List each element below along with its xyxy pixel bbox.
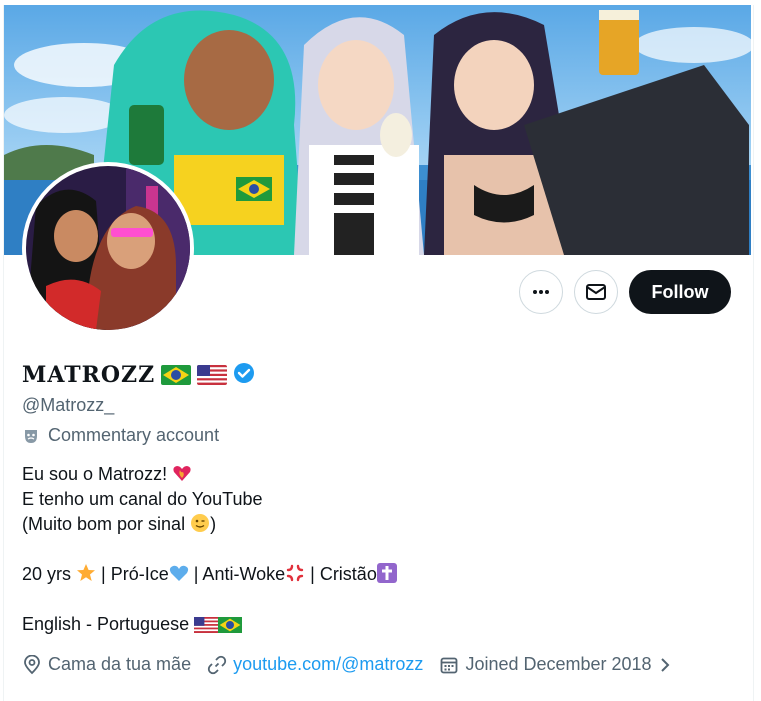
website-link[interactable]: youtube.com/@matrozz xyxy=(233,654,423,675)
location-pin-icon xyxy=(24,654,40,674)
link-icon xyxy=(207,655,227,674)
joined-text: Joined December 2018 xyxy=(465,654,652,674)
location-text: Cama da tua mãe xyxy=(48,654,192,674)
display-name: MATROZZ xyxy=(22,362,156,388)
bio-anti-woke: | Anti-Woke xyxy=(188,564,286,584)
bio-line-3: (Muito bom por sinal xyxy=(22,514,186,534)
bio-pro-ice: | Pró-Ice xyxy=(96,564,169,584)
website-item[interactable]: youtube.com/@matrozz xyxy=(207,654,423,675)
location-item: Cama da tua mãe xyxy=(22,654,191,675)
verified-badge-icon[interactable] xyxy=(233,362,255,389)
mail-icon xyxy=(586,284,606,300)
more-icon xyxy=(533,290,549,294)
chevron-right-icon xyxy=(660,657,669,672)
bio-line-3-end: ) xyxy=(210,514,217,534)
profile-category: Commentary account xyxy=(22,425,219,446)
avatar-image xyxy=(26,166,190,330)
profile-avatar[interactable] xyxy=(22,162,194,334)
fire-heart-icon xyxy=(172,463,192,490)
bio-age: 20 yrs xyxy=(22,564,72,584)
blue-heart-icon xyxy=(169,563,189,590)
profile-bio: Eu sou o Matrozz! E tenho um canal do Yo… xyxy=(22,462,397,637)
bio-line-1: Eu sou o Matrozz! xyxy=(22,464,168,484)
theater-mask-icon xyxy=(25,429,37,443)
flag-usa-icon xyxy=(194,615,219,640)
follow-button[interactable]: Follow xyxy=(629,270,731,314)
winking-face-icon xyxy=(190,513,210,540)
joined-item[interactable]: Joined December 2018 xyxy=(439,654,671,675)
profile-meta: Cama da tua mãe youtube.com/@matrozz Joi… xyxy=(22,654,688,675)
user-handle: @Matrozz_ xyxy=(22,395,115,415)
category-label: Commentary account xyxy=(48,425,220,445)
anger-symbol-icon xyxy=(285,563,305,590)
message-button[interactable] xyxy=(574,270,618,314)
latin-cross-icon xyxy=(376,563,397,590)
bio-languages: English - Portuguese xyxy=(22,614,190,634)
star-icon xyxy=(76,563,96,590)
calendar-icon xyxy=(441,657,458,673)
bio-line-2: E tenho um canal do YouTube xyxy=(22,489,263,509)
more-button[interactable] xyxy=(519,270,563,314)
flag-usa-icon xyxy=(197,365,228,385)
bio-cristao: | Cristão xyxy=(305,564,377,584)
flag-brazil-icon xyxy=(218,615,243,640)
flag-brazil-icon xyxy=(161,365,192,385)
name-row: MATROZZ xyxy=(22,360,255,390)
